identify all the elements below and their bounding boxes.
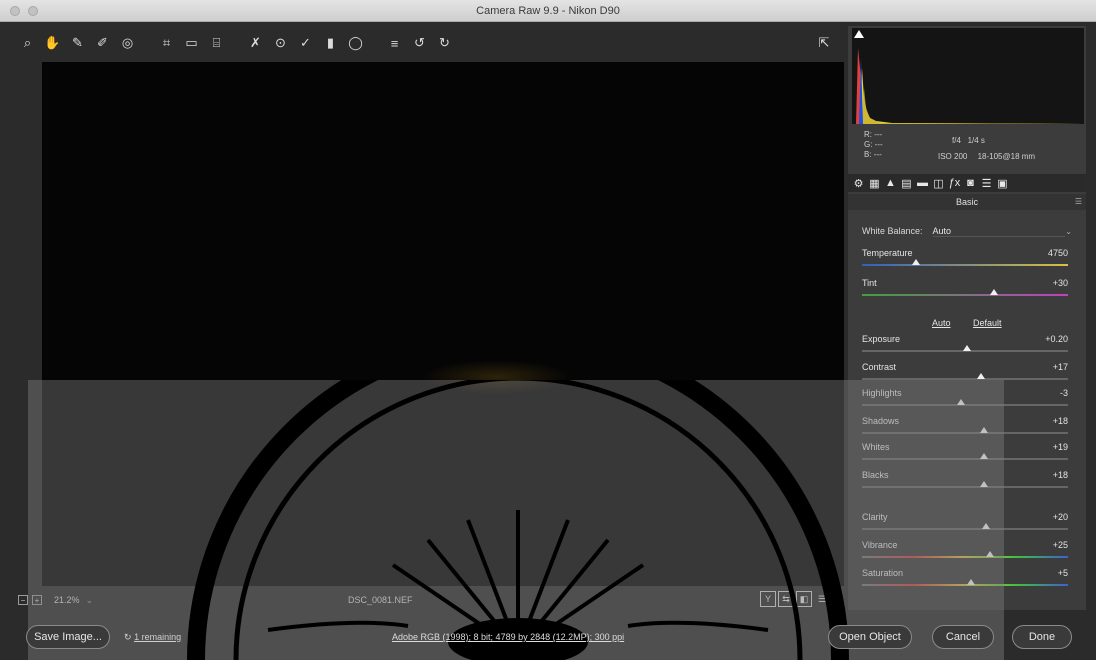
temperature-slider[interactable]: Temperature 4750 bbox=[862, 248, 1072, 274]
exposure-label: Exposure bbox=[862, 334, 901, 344]
open-preferences-icon[interactable]: ⇱ bbox=[815, 34, 833, 52]
save-image-button[interactable]: Save Image... bbox=[26, 625, 110, 649]
workflow-options-link[interactable]: Adobe RGB (1998); 8 bit; 4789 by 2848 (1… bbox=[392, 632, 624, 642]
histogram-graph bbox=[852, 48, 1084, 124]
dialog-buttons: Save Image... ↻ 1 remaining Adobe RGB (1… bbox=[0, 616, 1096, 660]
temperature-value[interactable]: 4750 bbox=[1048, 248, 1068, 258]
histogram bbox=[852, 28, 1084, 124]
effects-tab-icon[interactable]: ƒx bbox=[948, 177, 961, 190]
adjustment-brush-icon[interactable]: ✓ bbox=[296, 32, 315, 54]
lens: 18-105@18 mm bbox=[977, 152, 1036, 161]
window-titlebar: Camera Raw 9.9 - Nikon D90 bbox=[0, 0, 1096, 22]
remaining-status: ↻ 1 remaining bbox=[124, 632, 181, 643]
presets-tab-icon[interactable]: ☰ bbox=[980, 177, 993, 190]
targeted-adjustment-icon[interactable]: ◎ bbox=[118, 32, 137, 54]
green-readout: G: --- bbox=[864, 140, 883, 149]
tint-value[interactable]: +30 bbox=[1053, 278, 1068, 288]
lens-info: ISO 200 18-105@18 mm bbox=[938, 152, 1043, 161]
temperature-track[interactable] bbox=[862, 264, 1068, 266]
panel-menu-icon[interactable]: ☰ bbox=[1075, 197, 1082, 206]
white-balance-select[interactable]: Auto bbox=[932, 226, 1066, 237]
rgb-readout: R: --- G: --- B: --- bbox=[864, 130, 883, 160]
done-button[interactable]: Done bbox=[1012, 625, 1072, 649]
shutter-speed: 1/4 s bbox=[967, 136, 985, 145]
red-eye-icon[interactable]: ⊙ bbox=[271, 32, 290, 54]
auto-default-links: Auto Default bbox=[932, 318, 1022, 328]
window-controls[interactable] bbox=[10, 6, 38, 16]
blacks-value[interactable]: +18 bbox=[1053, 470, 1068, 480]
graduated-filter-icon[interactable]: ▮ bbox=[321, 32, 340, 54]
exposure-slider[interactable]: Exposure +0.20 bbox=[862, 334, 1072, 360]
highlights-value[interactable]: -3 bbox=[1060, 388, 1068, 398]
saturation-value[interactable]: +5 bbox=[1058, 568, 1068, 578]
rotate-left-icon[interactable]: ↺ bbox=[410, 32, 429, 54]
white-balance-row: White Balance: Auto ⌄ bbox=[862, 224, 1072, 238]
remaining-link[interactable]: 1 remaining bbox=[134, 632, 181, 642]
iso: ISO 200 bbox=[938, 152, 968, 161]
panel-title: Basic bbox=[848, 194, 1086, 210]
contrast-label: Contrast bbox=[862, 362, 897, 372]
cancel-button[interactable]: Cancel bbox=[932, 625, 994, 649]
tint-track[interactable] bbox=[862, 294, 1068, 296]
default-link[interactable]: Default bbox=[973, 318, 1002, 328]
tool-bar: ⌕ ✋ ✎ ✐ ◎ ⌗ ▭ ⌸ ✗ ⊙ ✓ ▮ ◯ ≡ ↺ ↻ bbox=[18, 28, 844, 58]
hand-icon[interactable]: ✋ bbox=[43, 32, 62, 54]
hsl-tab-icon[interactable]: ▤ bbox=[900, 177, 913, 190]
white-balance-icon[interactable]: ✎ bbox=[68, 32, 87, 54]
shadows-value[interactable]: +18 bbox=[1053, 416, 1068, 426]
exposure-info: f/4 1/4 s bbox=[952, 136, 985, 145]
open-object-button[interactable]: Open Object bbox=[828, 625, 912, 649]
zoom-icon[interactable]: ⌕ bbox=[18, 32, 37, 54]
exposure-value[interactable]: +0.20 bbox=[1045, 334, 1068, 344]
temperature-thumb[interactable] bbox=[911, 259, 920, 265]
sync-icon: ↻ bbox=[124, 632, 132, 642]
vibrance-value[interactable]: +25 bbox=[1053, 540, 1068, 550]
basic-tab-icon[interactable]: ⚙ bbox=[852, 177, 865, 190]
radial-filter-icon[interactable]: ◯ bbox=[346, 32, 365, 54]
exposure-thumb[interactable] bbox=[963, 345, 972, 351]
straighten-icon[interactable]: ▭ bbox=[182, 32, 201, 54]
blue-readout: B: --- bbox=[864, 150, 882, 159]
rotate-right-icon[interactable]: ↻ bbox=[435, 32, 454, 54]
camera-readout: R: --- G: --- B: --- f/4 1/4 s ISO 200 1… bbox=[858, 128, 1082, 172]
detail-tab-icon[interactable]: ▲ bbox=[884, 177, 897, 190]
split-toning-tab-icon[interactable]: ▬ bbox=[916, 177, 929, 190]
auto-link[interactable]: Auto bbox=[932, 318, 951, 328]
snapshots-tab-icon[interactable]: ▣ bbox=[996, 177, 1009, 190]
aperture: f/4 bbox=[952, 136, 961, 145]
spot-removal-icon[interactable]: ✗ bbox=[246, 32, 265, 54]
zoom-out-button[interactable]: − bbox=[18, 595, 28, 605]
color-sampler-icon[interactable]: ✐ bbox=[93, 32, 112, 54]
tint-slider[interactable]: Tint +30 bbox=[862, 278, 1072, 304]
minimize-window-button[interactable] bbox=[28, 6, 38, 16]
contrast-value[interactable]: +17 bbox=[1053, 362, 1068, 372]
close-window-button[interactable] bbox=[10, 6, 20, 16]
temperature-label: Temperature bbox=[862, 248, 913, 258]
tone-curve-tab-icon[interactable]: ▦ bbox=[868, 177, 881, 190]
lens-corrections-tab-icon[interactable]: ◫ bbox=[932, 177, 945, 190]
tint-thumb[interactable] bbox=[989, 289, 998, 295]
transform-icon[interactable]: ⌸ bbox=[207, 32, 226, 54]
window-title: Camera Raw 9.9 - Nikon D90 bbox=[476, 5, 620, 17]
preferences-icon[interactable]: ≡ bbox=[385, 32, 404, 54]
white-balance-label: White Balance: bbox=[862, 226, 923, 236]
shadow-clipping-warning-icon[interactable] bbox=[854, 30, 864, 38]
contrast-thumb[interactable] bbox=[977, 373, 986, 379]
crop-icon[interactable]: ⌗ bbox=[157, 32, 176, 54]
tint-label: Tint bbox=[862, 278, 877, 288]
whites-value[interactable]: +19 bbox=[1053, 442, 1068, 452]
red-readout: R: --- bbox=[864, 130, 883, 139]
clarity-value[interactable]: +20 bbox=[1053, 512, 1068, 522]
camera-calibration-tab-icon[interactable]: ◙ bbox=[964, 177, 977, 190]
panel-tabs: ⚙ ▦ ▲ ▤ ▬ ◫ ƒx ◙ ☰ ▣ bbox=[848, 174, 1086, 192]
chevron-down-icon[interactable]: ⌄ bbox=[1065, 227, 1072, 236]
